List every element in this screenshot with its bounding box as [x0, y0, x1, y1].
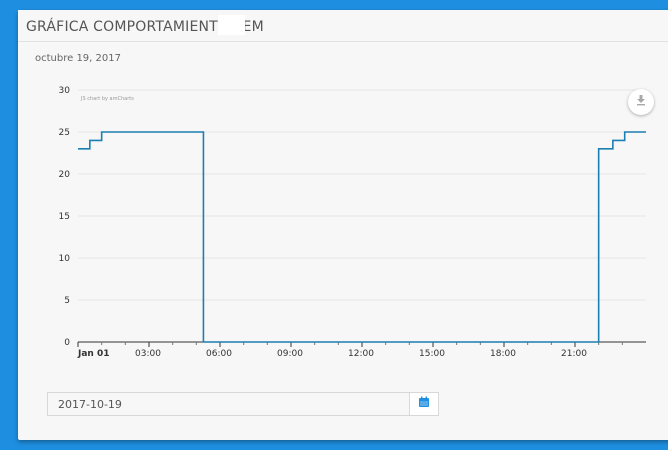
chart-credit: JS chart by amCharts	[80, 96, 134, 102]
export-button[interactable]	[628, 89, 654, 115]
x-tick-label: 09:00	[277, 349, 303, 359]
y-tick-label: 25	[59, 128, 70, 138]
y-tick-label: 5	[64, 296, 70, 306]
date-input[interactable]	[47, 392, 409, 416]
chart-card: GRÁFICA COMPORTAMIENTO TEM octubre 19, 2…	[18, 10, 668, 440]
y-tick-label: 15	[59, 212, 70, 222]
x-tick-label: 15:00	[419, 349, 445, 359]
y-tick-label: 10	[59, 254, 71, 264]
y-tick-label: 20	[59, 170, 71, 180]
calendar-button[interactable]	[409, 392, 439, 416]
series-line	[78, 131, 646, 343]
y-tick-label: 0	[64, 338, 70, 348]
x-tick-label: Jan 01	[77, 349, 110, 359]
x-tick-label: 03:00	[135, 349, 161, 359]
x-tick-label: 06:00	[206, 349, 232, 359]
y-tick-label: 30	[59, 86, 71, 96]
x-tick-label: 12:00	[348, 349, 374, 359]
x-tick-label: 21:00	[561, 349, 587, 359]
calendar-icon	[418, 395, 430, 413]
temperature-chart: 0 5 10 15 20 25 30 JS chart by amCharts Jan 01 03…	[59, 86, 646, 359]
download-icon	[635, 93, 647, 111]
x-tick-label: 18:00	[490, 349, 516, 359]
